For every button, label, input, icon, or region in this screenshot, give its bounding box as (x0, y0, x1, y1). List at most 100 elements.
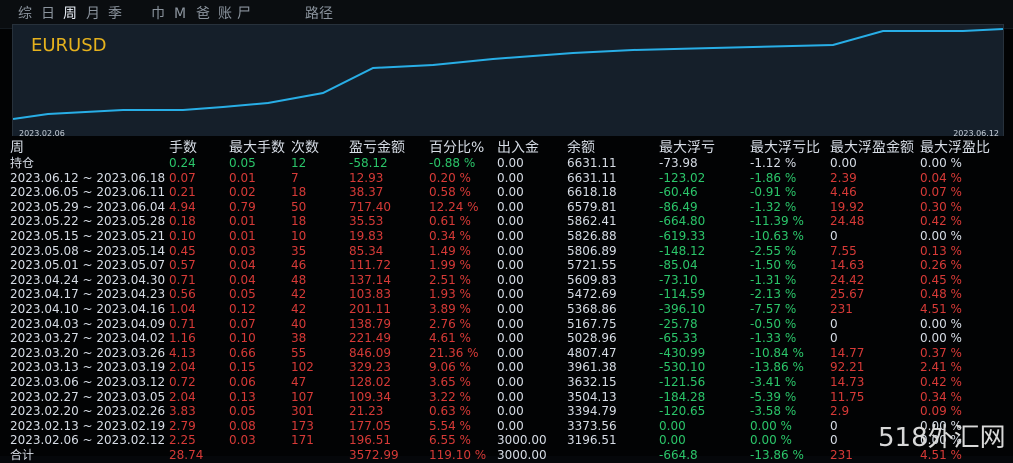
cell-percent: 1.99 % (429, 258, 471, 273)
cell-pnl: 35.53 (349, 214, 384, 229)
cell-percent: 1.49 % (429, 243, 471, 258)
weekly-row: 2023.05.29 ~ 2023.06.04 4.94 0.79 50 717.40 1… (0, 200, 1000, 215)
cell-lots: 0.24 (169, 156, 196, 170)
cell-max-floating-loss: -65.33 (659, 331, 698, 346)
cell-week: 2023.04.10 ~ 2023.04.16 (10, 302, 166, 316)
weekly-row: 2023.04.10 ~ 2023.04.16 1.04 0.12 42 201.11 3… (0, 302, 1000, 317)
cell-max-lots: 0.08 (229, 418, 256, 433)
cell-balance: 3632.15 (567, 375, 617, 389)
cell-percent: 2.51 % (429, 272, 471, 287)
cell-max-floating-profit-ratio: 0.00 % (920, 316, 962, 331)
cell-count: 10 (291, 229, 307, 243)
tab-week[interactable]: 周 (63, 4, 77, 24)
cell-count: 46 (291, 258, 307, 273)
column-header-max-floating-loss-ratio: 最大浮亏比 (750, 140, 820, 156)
cell-max-floating-profit: 0 (830, 418, 838, 433)
cell-lots: 2.04 (169, 389, 196, 404)
cell-balance: 5472.69 (567, 287, 617, 302)
cell-week: 2023.04.03 ~ 2023.04.09 (10, 316, 166, 331)
cell-max-floating-loss: -530.10 (659, 360, 706, 375)
cell-percent: 6.55 % (429, 433, 471, 448)
cell-lots: 28.74 (169, 448, 204, 462)
cell-percent: 4.61 % (429, 331, 471, 346)
cell-max-floating-loss: -123.02 (659, 170, 706, 185)
cell-deposit: 0.00 (497, 199, 524, 214)
cell-max-floating-profit: 14.73 (830, 375, 865, 389)
cell-count: 301 (291, 404, 314, 419)
cell-pnl: 111.72 (349, 258, 391, 273)
cell-max-floating-loss-ratio: -3.41 % (750, 375, 797, 389)
weekly-row: 2023.06.05 ~ 2023.06.11 0.21 0.02 18 38.37 0.… (0, 185, 1000, 200)
cell-week: 2023.05.15 ~ 2023.05.21 (10, 229, 166, 243)
weekly-row: 2023.05.15 ~ 2023.05.21 0.10 0.01 10 19.83 0.… (0, 229, 1000, 244)
cell-week: 2023.02.06 ~ 2023.02.12 (10, 433, 166, 448)
cell-count: 47 (291, 375, 307, 389)
cell-max-floating-loss-ratio: -7.57 % (750, 302, 797, 316)
cell-count: 40 (291, 316, 307, 331)
cell-lots: 0.56 (169, 287, 196, 302)
cell-pnl: 846.09 (349, 345, 391, 360)
cell-balance: 5826.88 (567, 229, 617, 243)
cell-percent: 119.10 % (429, 448, 487, 462)
cell-deposit: 0.00 (497, 375, 524, 389)
cell-balance: 6631.11 (567, 156, 617, 170)
cell-balance: 3394.79 (567, 404, 617, 419)
tab-path[interactable]: 路径 (305, 4, 333, 24)
cell-max-lots: 0.05 (229, 287, 256, 302)
tab-account[interactable]: 账 (218, 4, 232, 24)
tab-summary[interactable]: 综 (18, 4, 32, 24)
cell-max-floating-loss: 0.00 (659, 433, 686, 448)
cell-percent: 3.65 % (429, 375, 471, 389)
equity-curve-chart: EURUSD 2023.02.06 2023.06.12 (12, 24, 1004, 140)
tab-day[interactable]: 日 (41, 4, 55, 24)
cell-deposit: 0.00 (497, 404, 524, 419)
cell-max-floating-profit: 25.67 (830, 287, 865, 302)
weekly-row: 2023.05.01 ~ 2023.05.07 0.57 0.04 46 111.72 1… (0, 258, 1000, 273)
cell-max-floating-profit: 92.21 (830, 360, 865, 375)
cell-count: 107 (291, 389, 314, 404)
cell-max-floating-profit-ratio: 0.37 % (920, 345, 962, 360)
cell-pnl: 329.23 (349, 360, 391, 375)
cell-max-floating-profit-ratio: 0.00 % (920, 331, 962, 346)
cell-pnl: 103.83 (349, 287, 391, 302)
cell-max-lots: 0.03 (229, 433, 256, 448)
cell-max-floating-loss: -619.33 (659, 229, 706, 243)
tab-extra-2[interactable]: M (174, 4, 186, 24)
cell-balance: 5862.41 (567, 214, 617, 229)
cell-max-floating-loss-ratio: -0.91 % (750, 185, 797, 200)
cell-max-lots: 0.07 (229, 316, 256, 331)
cell-balance: 6631.11 (567, 170, 617, 185)
weekly-row: 2023.03.20 ~ 2023.03.26 4.13 0.66 55 846.09 2… (0, 346, 1000, 361)
tab-quarter[interactable]: 季 (108, 4, 122, 24)
weekly-row: 2023.03.13 ~ 2023.03.19 2.04 0.15 102 329.23… (0, 360, 1000, 375)
cell-lots: 4.94 (169, 199, 196, 214)
column-header-count: 次数 (291, 140, 319, 156)
tab-extra-3[interactable]: 爸 (196, 4, 210, 24)
cell-max-floating-loss: -85.04 (659, 258, 698, 273)
cell-balance: 5167.75 (567, 316, 617, 331)
cell-pnl: 85.34 (349, 243, 384, 258)
cell-max-floating-profit-ratio: 0.30 % (920, 199, 962, 214)
cell-max-floating-loss: -396.10 (659, 302, 706, 316)
weekly-row: 2023.02.13 ~ 2023.02.19 2.79 0.08 173 177.05… (0, 419, 1000, 434)
cell-balance: 5368.86 (567, 302, 617, 316)
tab-month[interactable]: 月 (86, 4, 100, 24)
column-header-max-floating-profit-ratio: 最大浮盈比 (920, 140, 990, 156)
trading-report-window: 综 日 周 月 季 巾 M 爸 账 尸 路径 EURUSD 2023.02.06… (0, 0, 1013, 462)
cell-week: 2023.02.20 ~ 2023.02.26 (10, 404, 166, 419)
weekly-row: 2023.02.06 ~ 2023.02.12 2.25 0.03 171 196.51… (0, 433, 1000, 448)
cell-pnl: 128.02 (349, 375, 391, 389)
cell-balance: 5721.55 (567, 258, 617, 273)
cell-max-floating-loss-ratio: -1.31 % (750, 272, 797, 287)
tab-extra-1[interactable]: 巾 (151, 4, 165, 24)
cell-max-floating-loss: -60.46 (659, 185, 698, 200)
tab-user[interactable]: 尸 (237, 4, 251, 24)
cell-count: 35 (291, 243, 307, 258)
cell-percent: 0.63 % (429, 404, 471, 419)
cell-max-lots: 0.04 (229, 258, 256, 273)
cell-max-floating-loss-ratio: -11.39 % (750, 214, 804, 229)
cell-max-lots: 0.03 (229, 243, 256, 258)
cell-max-lots: 0.01 (229, 170, 256, 185)
cell-lots: 0.71 (169, 316, 196, 331)
cell-max-floating-loss: -148.12 (659, 243, 706, 258)
